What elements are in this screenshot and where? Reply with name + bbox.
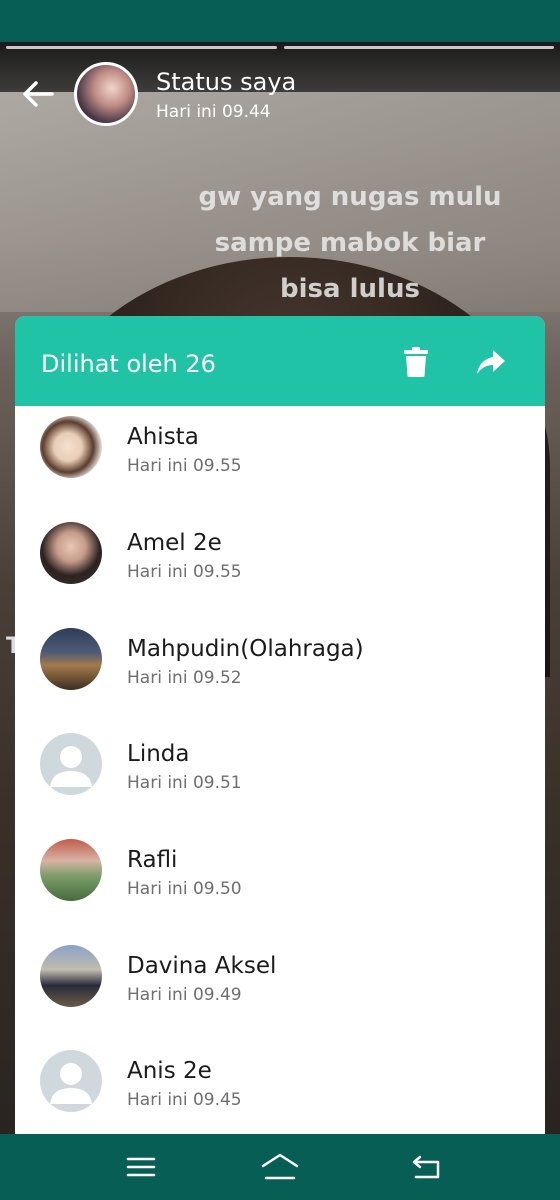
viewer-row[interactable]: Mahpudin(Olahraga) Hari ini 09.52 xyxy=(15,618,545,724)
viewer-avatar xyxy=(40,839,102,901)
story-progress-bar xyxy=(284,46,554,49)
viewer-time: Hari ini 09.49 xyxy=(127,985,242,1005)
viewer-name: Davina Aksel xyxy=(127,953,277,979)
viewer-row[interactable]: Davina Aksel Hari ini 09.49 xyxy=(15,935,545,1041)
viewer-avatar xyxy=(40,945,102,1007)
system-navigation-bar xyxy=(0,1134,560,1200)
viewer-row[interactable]: Linda Hari ini 09.51 xyxy=(15,723,545,829)
menu-icon[interactable] xyxy=(121,1152,161,1182)
viewer-name: Linda xyxy=(127,741,190,767)
story-caption-line: bisa lulus xyxy=(280,274,420,304)
viewer-time: Hari ini 09.55 xyxy=(127,562,242,582)
back-arrow-icon[interactable] xyxy=(18,74,58,114)
viewer-time: Hari ini 09.55 xyxy=(127,456,242,476)
viewer-name: Anis 2e xyxy=(127,1058,212,1084)
viewers-sheet-header: Dilihat oleh 26 xyxy=(15,316,545,406)
home-icon[interactable] xyxy=(260,1152,300,1182)
viewer-time: Hari ini 09.51 xyxy=(127,773,242,793)
system-status-bar xyxy=(0,0,560,42)
default-avatar-icon xyxy=(40,1050,102,1112)
viewers-count-title: Dilihat oleh 26 xyxy=(41,350,216,378)
viewer-name: Mahpudin(Olahraga) xyxy=(127,636,364,662)
viewers-sheet: Dilihat oleh 26 Ahista Hari ini 09.55 Am… xyxy=(15,316,545,1134)
viewer-row[interactable]: Amel 2e Hari ini 09.55 xyxy=(15,512,545,618)
my-avatar[interactable] xyxy=(74,62,138,126)
viewer-row[interactable]: Ahista Hari ini 09.55 xyxy=(15,406,545,512)
default-avatar-icon xyxy=(40,733,102,795)
trash-icon[interactable] xyxy=(401,346,431,378)
viewer-name: Ahista xyxy=(127,424,199,450)
story-caption-line: gw yang nugas mulu xyxy=(198,182,502,212)
story-progress-bar xyxy=(6,46,277,49)
story-owner-title: Status saya xyxy=(156,68,297,96)
viewer-name: Rafli xyxy=(127,847,178,873)
viewer-row[interactable]: Anis 2e Hari ini 09.45 xyxy=(15,1040,545,1134)
viewer-row[interactable]: Rafli Hari ini 09.50 xyxy=(15,829,545,935)
back-icon[interactable] xyxy=(406,1152,446,1182)
story-header: Status saya Hari ini 09.44 xyxy=(0,56,560,136)
viewer-time: Hari ini 09.50 xyxy=(127,879,242,899)
viewer-avatar xyxy=(40,522,102,584)
viewer-time: Hari ini 09.45 xyxy=(127,1090,242,1110)
viewer-time: Hari ini 09.52 xyxy=(127,668,242,688)
viewer-avatar xyxy=(40,416,102,478)
story-caption-line: sampe mabok biar xyxy=(214,228,486,258)
viewer-name: Amel 2e xyxy=(127,530,222,556)
share-arrow-icon[interactable] xyxy=(475,348,507,376)
story-timestamp: Hari ini 09.44 xyxy=(156,102,271,122)
viewer-avatar xyxy=(40,628,102,690)
